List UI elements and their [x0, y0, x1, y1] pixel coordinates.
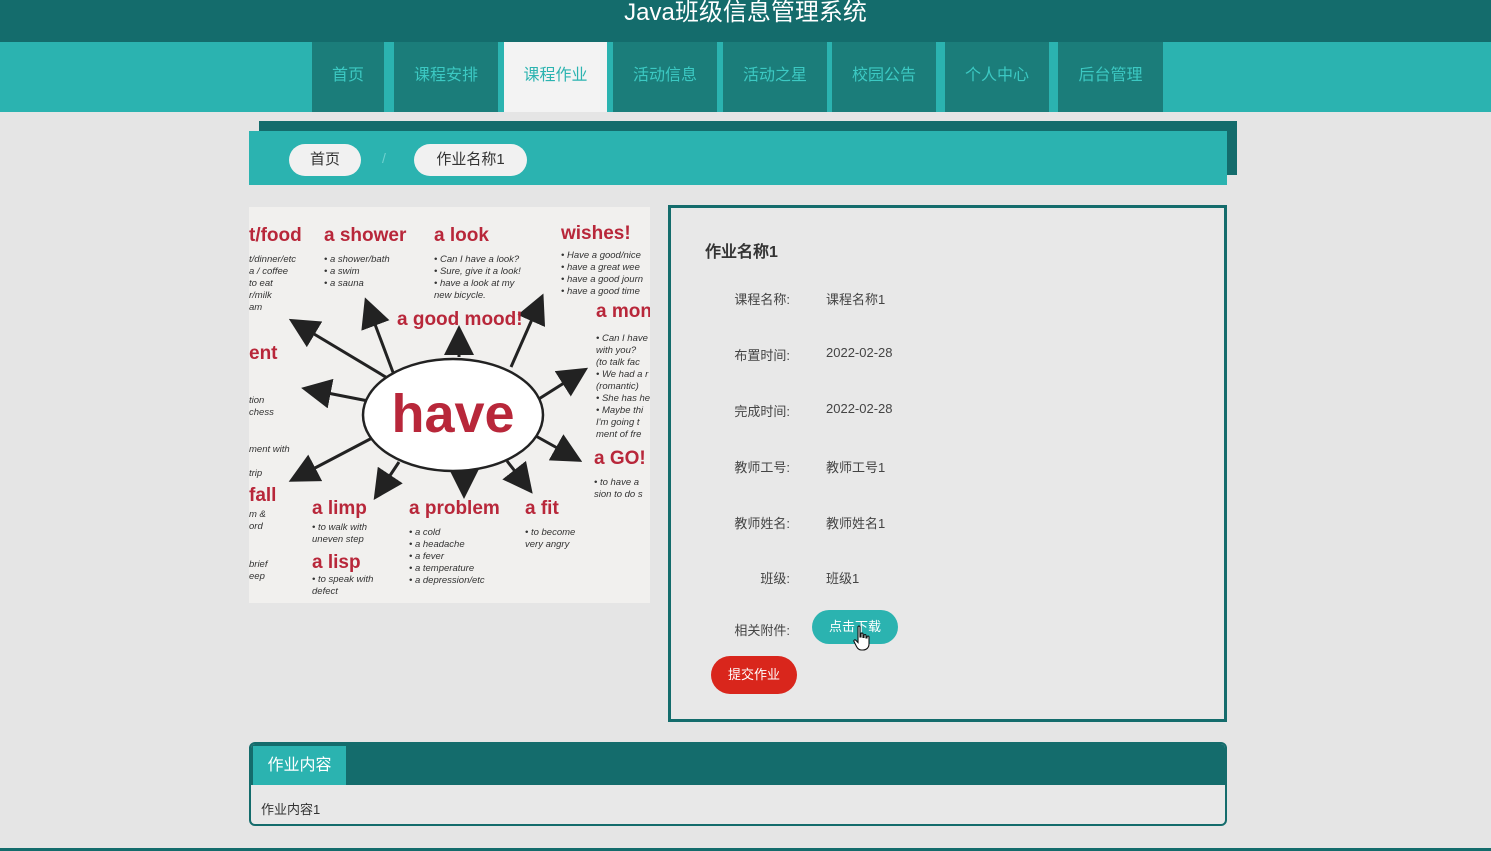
homework-content-text: 作业内容1	[261, 802, 321, 817]
phrase-food: t/food	[249, 225, 302, 246]
svg-text:uneven step: uneven step	[312, 534, 364, 545]
teacher-name-value: 教师姓名1	[826, 516, 886, 531]
word-have: have	[391, 384, 514, 444]
content-panel-header	[251, 744, 1225, 785]
course-name-label: 课程名称:	[734, 292, 790, 307]
tab-homework-content[interactable]: 作业内容	[253, 746, 346, 785]
phrase-limp: a limp	[312, 498, 367, 519]
svg-text:• We had a r: • We had a r	[596, 369, 649, 380]
svg-text:• a swim: • a swim	[324, 266, 360, 277]
svg-text:m &: m &	[249, 509, 266, 520]
svg-text:• a shower/bath: • a shower/bath	[324, 254, 390, 265]
svg-text:ment with: ment with	[249, 444, 290, 455]
breadcrumb-home[interactable]: 首页	[289, 144, 361, 176]
homework-content-panel: 作业内容 作业内容1	[249, 742, 1227, 826]
teacher-name-label: 教师姓名:	[734, 516, 790, 531]
svg-text:• She has he: • She has he	[596, 393, 650, 404]
svg-text:a / coffee: a / coffee	[249, 266, 288, 277]
svg-text:very angry: very angry	[525, 539, 571, 550]
svg-text:• a temperature: • a temperature	[409, 563, 474, 574]
svg-text:• a fever: • a fever	[409, 551, 445, 562]
phrase-lisp: a lisp	[312, 552, 361, 573]
svg-text:• Can I have a look?: • Can I have a look?	[434, 254, 520, 265]
site-title: Java班级信息管理系统	[624, 0, 867, 26]
assign-time-value: 2022-02-28	[826, 345, 893, 360]
svg-text:• to have a: • to have a	[594, 477, 639, 488]
svg-text:• to walk with: • to walk with	[312, 522, 367, 533]
breadcrumb-current[interactable]: 作业名称1	[414, 144, 527, 176]
course-name-value: 课程名称1	[826, 292, 886, 307]
svg-text:sion to do s: sion to do s	[594, 489, 643, 500]
svg-text:• a sauna: • a sauna	[324, 278, 364, 289]
class-value: 班级1	[826, 571, 860, 586]
nav-item-activity-info[interactable]: 活动信息	[613, 42, 717, 112]
svg-text:defect: defect	[312, 586, 338, 597]
assign-time-label: 布置时间:	[734, 348, 790, 363]
svg-text:• Can I have: • Can I have	[596, 333, 648, 344]
finish-time-label: 完成时间:	[734, 404, 790, 419]
svg-text:• to speak with: • to speak with	[312, 574, 373, 585]
svg-text:t/dinner/etc: t/dinner/etc	[249, 254, 296, 265]
svg-text:new bicycle.: new bicycle.	[434, 290, 486, 301]
nav-item-course-schedule[interactable]: 课程安排	[394, 42, 498, 112]
svg-text:• Maybe thi: • Maybe thi	[596, 405, 644, 416]
svg-text:• have a look at my: • have a look at my	[434, 278, 516, 289]
homework-title: 作业名称1	[705, 244, 778, 261]
svg-text:brief: brief	[249, 559, 269, 570]
svg-text:• Have a good/nice: • Have a good/nice	[561, 250, 641, 261]
svg-text:• have a good journ: • have a good journ	[561, 274, 643, 285]
svg-text:• have a good time: • have a good time	[561, 286, 640, 297]
svg-text:I'm going t: I'm going t	[596, 417, 640, 428]
finish-time-value: 2022-02-28	[826, 401, 893, 416]
svg-text:• Sure, give it a look!: • Sure, give it a look!	[434, 266, 521, 277]
attachment-label: 相关附件:	[734, 623, 790, 638]
svg-text:• a headache: • a headache	[409, 539, 465, 550]
phrase-fall: fall	[249, 485, 276, 506]
phrase-good-mood: a good mood!	[397, 309, 523, 330]
nav-item-admin[interactable]: 后台管理	[1058, 42, 1163, 112]
svg-text:• a cold: • a cold	[409, 527, 441, 538]
svg-text:am: am	[249, 302, 262, 313]
teacher-id-label: 教师工号:	[734, 460, 790, 475]
nav-item-campus-notice[interactable]: 校园公告	[832, 42, 936, 112]
nav-item-home[interactable]: 首页	[312, 42, 384, 112]
hand-cursor-icon	[853, 625, 870, 651]
svg-text:r/milk: r/milk	[249, 290, 273, 301]
phrase-look: a look	[434, 225, 489, 246]
phrase-moment: a mon	[596, 301, 650, 322]
svg-text:chess: chess	[249, 407, 274, 418]
svg-text:• a depression/etc: • a depression/etc	[409, 575, 485, 586]
breadcrumb-separator: /	[382, 150, 386, 166]
svg-text:(to talk fac: (to talk fac	[596, 357, 640, 368]
svg-text:ment of fre: ment of fre	[596, 429, 641, 440]
nav-item-personal-center[interactable]: 个人中心	[945, 42, 1049, 112]
phrase-wishes: wishes!	[560, 223, 631, 244]
phrase-fit: a fit	[525, 498, 559, 519]
phrase-shower: a shower	[324, 225, 407, 246]
submit-homework-button[interactable]: 提交作业	[711, 656, 797, 694]
teacher-id-value: 教师工号1	[826, 460, 886, 475]
phrase-go: a GO!	[594, 448, 646, 469]
nav-item-activity-star[interactable]: 活动之星	[723, 42, 827, 112]
svg-text:(romantic): (romantic)	[596, 381, 639, 392]
svg-text:eep: eep	[249, 571, 265, 582]
svg-text:to eat: to eat	[249, 278, 273, 289]
header-bar: Java班级信息管理系统	[0, 0, 1491, 42]
class-label: 班级:	[760, 571, 790, 586]
svg-text:• have a great wee: • have a great wee	[561, 262, 640, 273]
svg-text:with you?: with you?	[596, 345, 637, 356]
svg-text:tion: tion	[249, 395, 264, 406]
svg-text:• to become: • to become	[525, 527, 575, 538]
breadcrumb	[249, 131, 1227, 185]
svg-text:trip: trip	[249, 468, 262, 479]
svg-text:ord: ord	[249, 521, 263, 532]
phrase-ent: ent	[249, 343, 278, 364]
nav-item-course-homework[interactable]: 课程作业	[504, 42, 607, 112]
main-nav: 首页 课程安排 课程作业 活动信息 活动之星 校园公告 个人中心 后台管理	[0, 42, 1491, 112]
homework-image: have t/food a shower a look wishes! a go…	[249, 207, 650, 603]
phrase-problem: a problem	[409, 498, 500, 519]
